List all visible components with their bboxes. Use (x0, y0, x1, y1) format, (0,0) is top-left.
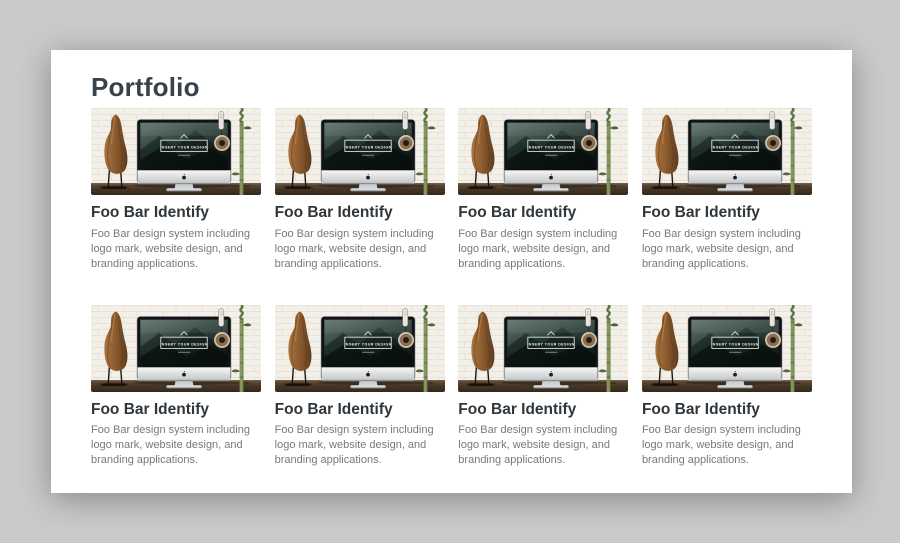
portfolio-item-title[interactable]: Foo Bar Identify (275, 204, 445, 223)
portfolio-card[interactable]: Foo Bar Identify Foo Bar design system i… (458, 305, 628, 469)
portfolio-card[interactable]: Foo Bar Identify Foo Bar design system i… (275, 108, 445, 272)
portfolio-item-title[interactable]: Foo Bar Identify (642, 401, 812, 420)
imac-mockup-thumbnail[interactable] (458, 108, 628, 195)
portfolio-item-description: Foo Bar design system including logo mar… (275, 227, 445, 272)
portfolio-card[interactable]: Foo Bar Identify Foo Bar design system i… (275, 305, 445, 469)
portfolio-item-title[interactable]: Foo Bar Identify (91, 401, 261, 420)
portfolio-item-title[interactable]: Foo Bar Identify (91, 204, 261, 223)
portfolio-item-description: Foo Bar design system including logo mar… (91, 227, 261, 272)
imac-mockup-thumbnail[interactable] (642, 305, 812, 392)
page-title: Portfolio (91, 74, 812, 100)
portfolio-item-description: Foo Bar design system including logo mar… (275, 423, 445, 468)
portfolio-grid: Foo Bar Identify Foo Bar design system i… (91, 108, 812, 468)
portfolio-card[interactable]: Foo Bar Identify Foo Bar design system i… (458, 108, 628, 272)
portfolio-item-title[interactable]: Foo Bar Identify (458, 204, 628, 223)
portfolio-item-description: Foo Bar design system including logo mar… (458, 423, 628, 468)
portfolio-item-description: Foo Bar design system including logo mar… (642, 227, 812, 272)
imac-mockup-thumbnail[interactable] (275, 305, 445, 392)
imac-mockup-thumbnail[interactable] (642, 108, 812, 195)
portfolio-item-description: Foo Bar design system including logo mar… (458, 227, 628, 272)
portfolio-item-title[interactable]: Foo Bar Identify (458, 401, 628, 420)
imac-mockup-thumbnail[interactable] (91, 305, 261, 392)
portfolio-item-title[interactable]: Foo Bar Identify (642, 204, 812, 223)
portfolio-card[interactable]: Foo Bar Identify Foo Bar design system i… (642, 108, 812, 272)
portfolio-card[interactable]: Foo Bar Identify Foo Bar design system i… (642, 305, 812, 469)
imac-mockup-thumbnail[interactable] (275, 108, 445, 195)
portfolio-item-description: Foo Bar design system including logo mar… (642, 423, 812, 468)
page-background: Portfolio Foo Bar Identify Foo Bar desig… (0, 0, 900, 543)
imac-mockup-thumbnail[interactable] (91, 108, 261, 195)
portfolio-card[interactable]: Foo Bar Identify Foo Bar design system i… (91, 305, 261, 469)
portfolio-card[interactable]: Foo Bar Identify Foo Bar design system i… (91, 108, 261, 272)
portfolio-item-description: Foo Bar design system including logo mar… (91, 423, 261, 468)
portfolio-panel: Portfolio Foo Bar Identify Foo Bar desig… (51, 50, 852, 493)
imac-mockup-thumbnail[interactable] (458, 305, 628, 392)
portfolio-item-title[interactable]: Foo Bar Identify (275, 401, 445, 420)
